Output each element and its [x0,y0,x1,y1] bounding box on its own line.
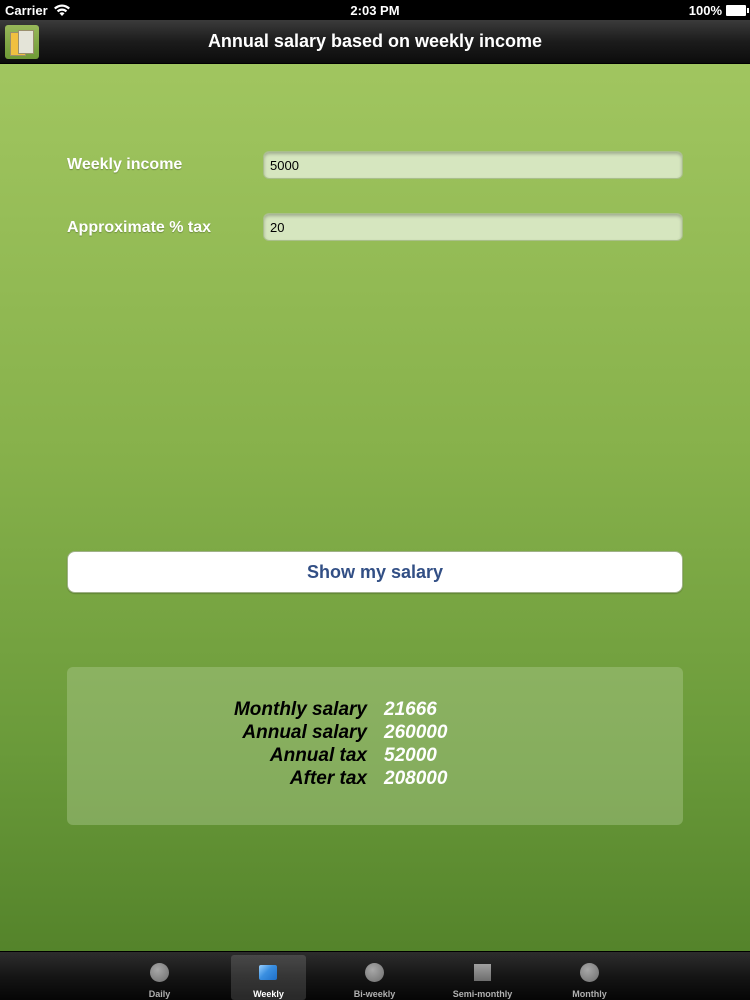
after-tax-label: After tax [289,768,367,789]
tab-label: Monthly [572,989,607,999]
results-panel: Monthly salary 21666 Annual salary 26000… [67,667,683,825]
monthly-salary-label: Monthly salary [233,699,367,720]
annual-tax-label: Annual tax [269,745,367,766]
square-icon [474,964,491,981]
weekly-income-input[interactable]: 5000 [263,151,683,179]
annual-tax-value: 52000 [384,745,437,766]
battery-percentage: 100% [688,3,722,18]
tab-label: Bi-weekly [353,989,396,999]
after-tax-value: 208000 [384,768,448,789]
show-my-salary-button[interactable]: Show my salary [67,551,683,593]
result-row-annual-tax: Annual tax 52000 [67,745,683,768]
status-bar: Carrier 2:03 PM 100% [0,0,750,20]
annual-salary-label: Annual salary [242,722,367,743]
tab-weekly[interactable]: Weekly [231,955,306,1000]
result-row-after-tax: After tax 208000 [67,768,683,791]
result-row-annual-salary: Annual salary 260000 [67,722,683,745]
tab-label: Weekly [253,989,284,999]
tab-monthly[interactable]: Monthly [552,955,627,1000]
navigation-bar: Annual salary based on weekly income [0,20,750,64]
tax-percent-label: Approximate % tax [67,219,212,236]
circle-icon [580,963,599,982]
status-time: 2:03 PM [350,3,400,18]
tab-daily[interactable]: Daily [122,955,197,1000]
annual-salary-value: 260000 [384,722,448,743]
weekly-income-label: Weekly income [67,156,183,173]
battery-icon [726,5,749,16]
circle-icon [365,963,384,982]
weekly-icon [259,965,277,980]
tab-semi-monthly[interactable]: Semi-monthly [445,955,520,1000]
page-title: Annual salary based on weekly income [207,31,543,51]
tab-label: Semi-monthly [452,989,513,999]
tab-bar: Daily Weekly Bi-weekly Semi-monthly Mont… [0,951,750,1000]
tax-percent-input[interactable]: 20 [263,213,683,241]
tab-label: Daily [148,989,171,999]
result-row-monthly-salary: Monthly salary 21666 [67,699,683,722]
circle-icon [150,963,169,982]
monthly-salary-value: 21666 [384,699,437,720]
app-screen: Carrier 2:03 PM 100% Annual salary based… [0,0,750,1000]
tab-bi-weekly[interactable]: Bi-weekly [337,955,412,1000]
